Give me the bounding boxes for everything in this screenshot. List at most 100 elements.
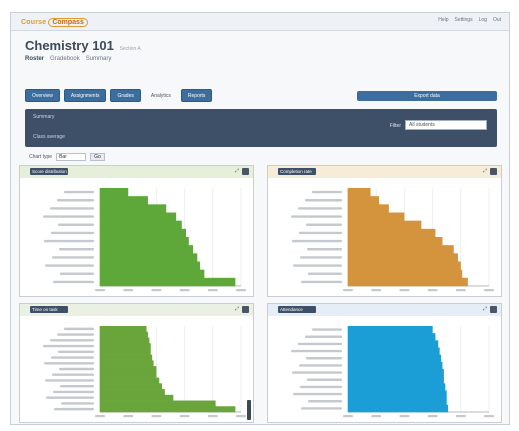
- bar: [348, 220, 422, 230]
- bar: [100, 400, 216, 407]
- bar-chart: [43, 326, 246, 418]
- expand-icon[interactable]: ⤢: [483, 306, 487, 313]
- tick-label: [207, 415, 218, 418]
- bar-chart: [291, 326, 494, 418]
- tick-label: [95, 289, 105, 292]
- menu-icon[interactable]: [242, 306, 249, 313]
- bar: [348, 261, 461, 270]
- panel-header: Time on task ⤢: [20, 304, 253, 316]
- export-button[interactable]: Export data: [357, 91, 497, 101]
- category-label: [52, 373, 94, 376]
- top-nav-out[interactable]: Out: [493, 17, 501, 23]
- tick-label: [236, 415, 246, 418]
- category-label: [305, 335, 342, 338]
- category-label: [306, 357, 342, 360]
- tab-grades[interactable]: Grades: [110, 89, 141, 102]
- bar: [100, 269, 205, 279]
- tick-label: [343, 289, 353, 292]
- bar: [348, 354, 442, 363]
- tab-reports[interactable]: Reports: [180, 89, 213, 102]
- filter-input[interactable]: All students: [405, 120, 487, 130]
- tick-label: [123, 289, 134, 292]
- logo-text-secondary: Compass: [48, 17, 88, 27]
- tab-assignments[interactable]: Assignments: [63, 89, 107, 102]
- bar: [100, 196, 148, 205]
- logo[interactable]: Course Compass: [21, 17, 89, 27]
- toolbar-summary-label: Summary: [33, 114, 55, 120]
- bar: [100, 212, 177, 221]
- breadcrumb-item-summary[interactable]: Summary: [86, 56, 112, 62]
- category-label: [44, 239, 94, 243]
- page-title: Chemistry 101: [25, 38, 114, 53]
- bar: [100, 331, 148, 338]
- category-label: [298, 342, 342, 346]
- breadcrumb-item-roster[interactable]: Roster: [25, 56, 44, 62]
- bar-chart: [291, 188, 494, 292]
- chart-type-label: Chart type: [29, 154, 53, 160]
- category-label: [61, 402, 94, 405]
- category-label: [43, 215, 94, 218]
- category-label: [57, 333, 94, 336]
- tick-label: [151, 289, 162, 292]
- tick-label: [484, 415, 494, 418]
- bar: [100, 337, 150, 344]
- expand-icon[interactable]: ⤢: [235, 168, 239, 175]
- toolbar-average-label: Class average: [33, 134, 65, 140]
- menu-icon[interactable]: [490, 168, 497, 175]
- menu-icon[interactable]: [490, 306, 497, 313]
- tick-label: [371, 415, 382, 418]
- tick-label: [343, 415, 353, 418]
- top-bar: Course Compass Help Settings Log Out: [11, 13, 509, 31]
- scrollbar[interactable]: [247, 400, 251, 420]
- bar: [100, 371, 157, 378]
- top-nav-log[interactable]: Log: [479, 17, 487, 23]
- chart-panel-completion: Completion rate ⤢: [267, 165, 502, 297]
- bar: [100, 394, 174, 401]
- bar: [100, 343, 151, 350]
- panel-header: Attendance ⤢: [268, 304, 501, 316]
- bar: [100, 204, 167, 213]
- top-nav-help[interactable]: Help: [438, 17, 448, 23]
- tick-label: [455, 289, 466, 292]
- category-label: [292, 239, 342, 243]
- category-label: [51, 356, 94, 359]
- menu-icon[interactable]: [242, 168, 249, 175]
- category-label: [299, 364, 342, 367]
- tab-overview[interactable]: Overview: [25, 89, 60, 102]
- bar: [348, 212, 405, 221]
- panel-header: Score distribution ⤢: [20, 166, 253, 178]
- bar: [348, 376, 444, 384]
- chart-type-select[interactable]: Bar: [56, 153, 87, 161]
- tab-analytics[interactable]: Analytics: [145, 89, 177, 102]
- bar: [100, 261, 201, 270]
- top-nav-settings[interactable]: Settings: [455, 17, 473, 23]
- expand-icon[interactable]: ⤢: [235, 306, 239, 313]
- bar-chart: [43, 188, 246, 292]
- category-label: [299, 231, 342, 235]
- breadcrumb-item-gradebook[interactable]: Gradebook: [50, 56, 80, 62]
- panel-title: Score distribution: [30, 168, 68, 175]
- summary-toolbar: Summary Class average Filter All student…: [25, 109, 497, 147]
- category-label: [298, 207, 342, 210]
- bar: [100, 237, 189, 246]
- category-label: [64, 327, 94, 331]
- category-label: [45, 379, 94, 382]
- page-header: Chemistry 101 Section A Roster Gradebook…: [25, 38, 141, 62]
- bar: [100, 253, 198, 262]
- panel-title: Time on task: [30, 306, 68, 313]
- bar: [100, 277, 236, 287]
- tick-label: [484, 289, 494, 292]
- expand-icon[interactable]: ⤢: [483, 168, 487, 175]
- category-label: [53, 280, 94, 284]
- bar: [100, 354, 153, 361]
- bar: [100, 389, 165, 396]
- top-nav: Help Settings Log Out: [438, 17, 501, 23]
- bar: [348, 347, 440, 355]
- bar: [100, 228, 187, 238]
- category-label: [307, 248, 342, 251]
- go-button[interactable]: Go: [90, 153, 105, 161]
- category-label: [300, 385, 342, 389]
- bar: [348, 277, 468, 287]
- category-label: [51, 231, 94, 235]
- tick-label: [399, 415, 410, 418]
